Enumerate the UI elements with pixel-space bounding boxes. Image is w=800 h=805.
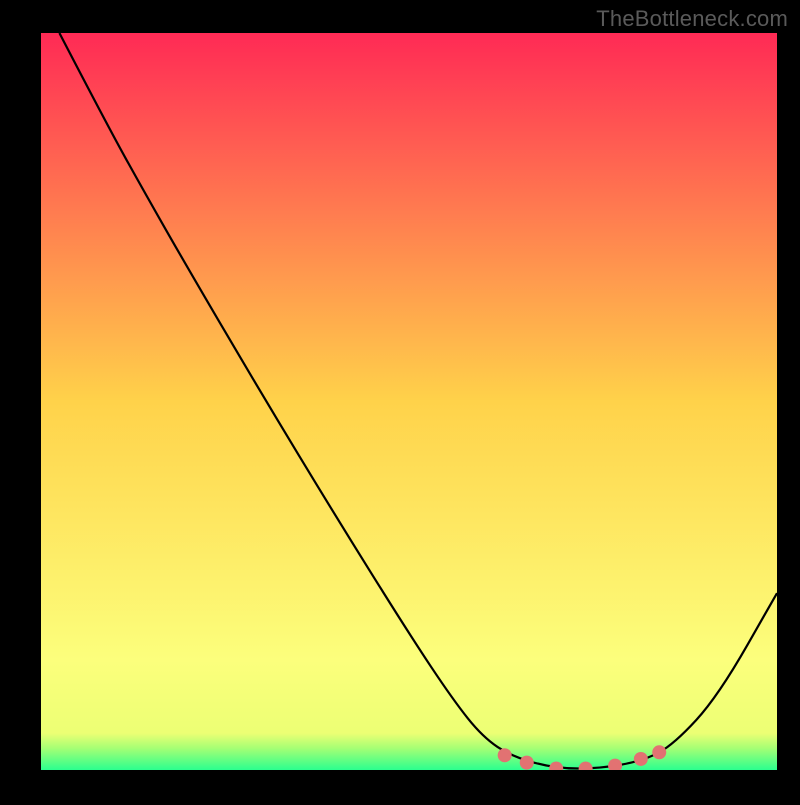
curve-marker [652, 745, 666, 759]
chart-stage: TheBottleneck.com [0, 0, 800, 800]
watermark-text: TheBottleneck.com [596, 6, 788, 32]
curve-marker [498, 748, 512, 762]
chart-svg [0, 0, 800, 800]
plot-gradient-bg [41, 33, 777, 770]
curve-marker [634, 752, 648, 766]
plot-area [41, 33, 777, 776]
curve-marker [520, 756, 534, 770]
